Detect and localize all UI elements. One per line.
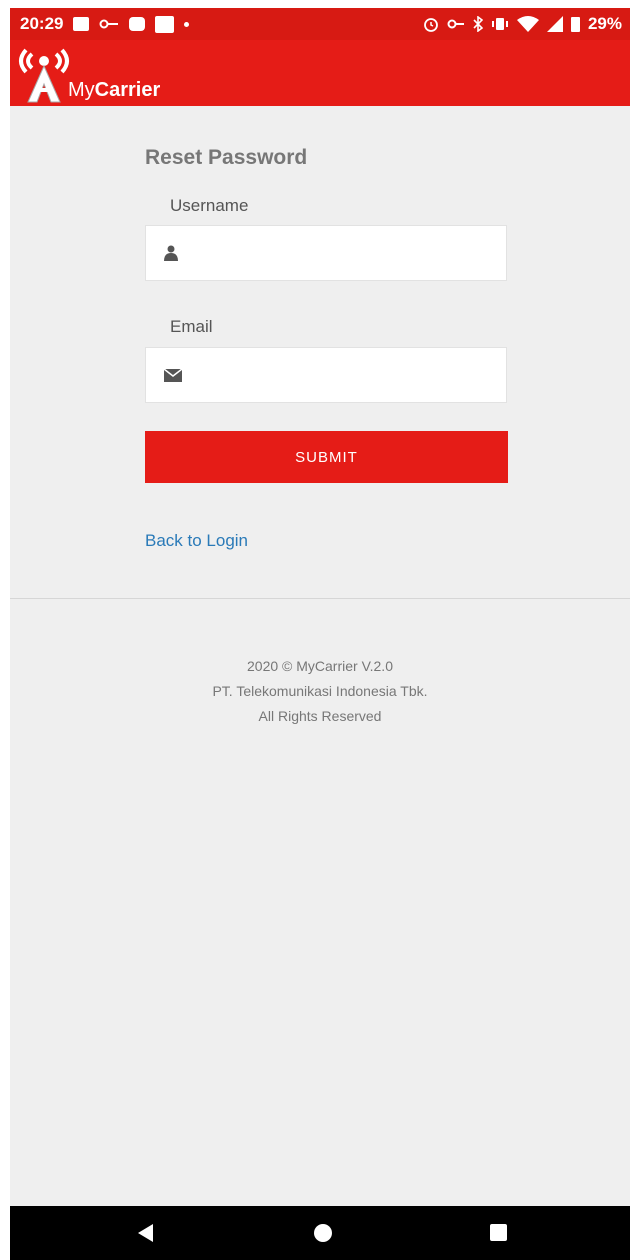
envelope-icon [164, 369, 182, 382]
status-time: 20:29 [20, 14, 64, 33]
email-field[interactable] [145, 347, 507, 403]
vpn-key-icon [447, 19, 464, 29]
back-icon[interactable] [138, 1224, 153, 1242]
email-label: Email [170, 317, 213, 336]
image-icon [73, 17, 90, 31]
back-to-login-link[interactable]: Back to Login [145, 531, 248, 551]
page-title: Reset Password [145, 146, 308, 169]
status-left: 20:29 [20, 14, 190, 34]
battery-percent: 29% [587, 14, 622, 33]
screen: 20:29 29% MyCarrier Reset Password Usern… [10, 8, 630, 1260]
recents-icon[interactable] [490, 1224, 507, 1241]
key-icon [99, 19, 119, 29]
signal-icon [546, 16, 563, 32]
status-bar: 20:29 29% [10, 8, 630, 40]
alarm-icon [424, 18, 438, 32]
news-icon [155, 15, 175, 33]
wifi-icon [516, 16, 539, 32]
footer: 2020 © MyCarrier V.2.0 PT. Telekomunikas… [10, 654, 630, 729]
app-bar: MyCarrier [10, 40, 630, 106]
brand-bold: Carrier [94, 79, 161, 101]
brand-prefix: My [68, 79, 95, 101]
username-field[interactable] [145, 225, 507, 281]
user-icon [164, 245, 178, 261]
briefcase-icon [129, 17, 146, 31]
username-input[interactable] [196, 236, 500, 272]
vibrate-icon [491, 18, 508, 30]
submit-button[interactable]: SUBMIT [145, 431, 508, 483]
divider [10, 598, 630, 599]
home-icon[interactable] [314, 1224, 332, 1242]
battery-icon [570, 17, 580, 32]
footer-copyright: 2020 © MyCarrier V.2.0 [247, 658, 393, 674]
app-logo[interactable]: MyCarrier [18, 48, 160, 104]
brand-name: MyCarrier [68, 79, 160, 102]
dot-icon [184, 21, 190, 27]
nav-bar [10, 1206, 630, 1260]
footer-rights: All Rights Reserved [258, 708, 382, 724]
footer-company: PT. Telekomunikasi Indonesia Tbk. [212, 683, 428, 699]
status-right: 29% [423, 14, 622, 34]
tower-logo-icon [19, 48, 69, 103]
username-label: Username [170, 196, 249, 215]
email-input[interactable] [196, 358, 500, 394]
bluetooth-icon [473, 16, 483, 32]
